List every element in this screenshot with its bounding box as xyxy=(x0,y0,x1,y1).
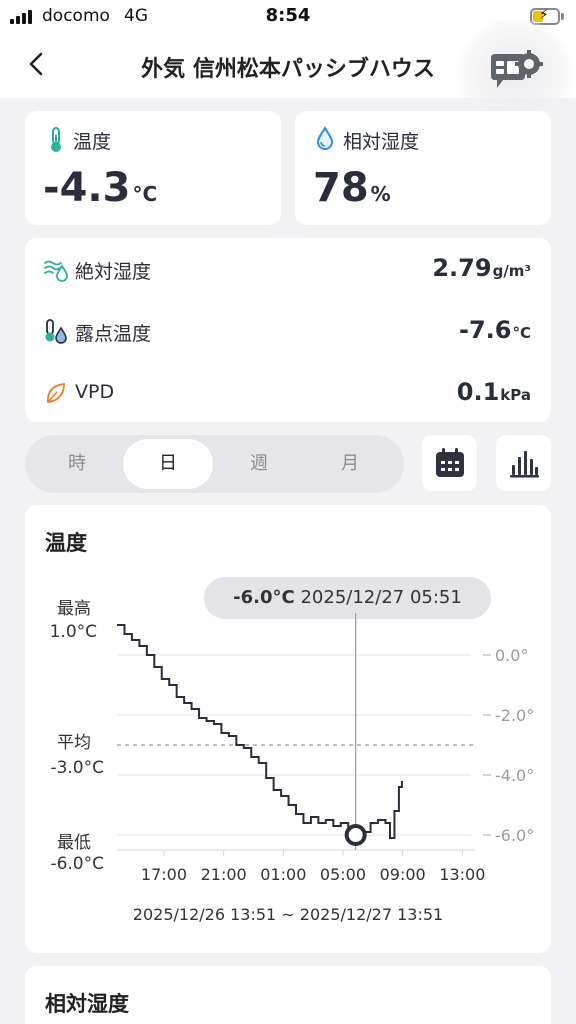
humidity-card[interactable]: 相対湿度 78% xyxy=(295,111,551,225)
temperature-line-chart[interactable]: 0.0° -2.0° -4.0° -6.0° 17:00 21:00 01:00 05:00 0… xyxy=(25,505,551,895)
thermometer-icon xyxy=(51,127,61,152)
absolute-humidity-value: 2.79g/m³ xyxy=(432,254,531,282)
absolute-humidity-number: 2.79 xyxy=(432,254,492,282)
temperature-value: -4.3 °C xyxy=(43,165,157,211)
nav-bar: 外気 信州松本パッシブハウス xyxy=(0,20,576,128)
calendar-icon xyxy=(436,448,464,477)
absolute-humidity-unit: g/m³ xyxy=(492,262,531,280)
absolute-humidity-label: 絶対湿度 xyxy=(75,261,152,283)
tab-month[interactable]: 月 xyxy=(305,439,395,489)
tab-hour[interactable]: 時 xyxy=(32,439,122,489)
vpd-label: VPD xyxy=(75,381,115,403)
humidity-label: 相対湿度 xyxy=(343,131,420,153)
y-tick-label: -4.0° xyxy=(495,766,534,785)
metrics-card: 絶対湿度 2.79g/m³ 露点温度 -7.6°C VPD 0.1kPa xyxy=(25,238,551,422)
x-tick-label: 09:00 xyxy=(380,865,426,884)
x-tick-label: 01:00 xyxy=(260,865,306,884)
bar-chart-icon xyxy=(510,451,539,478)
vpd-value: 0.1kPa xyxy=(457,378,531,406)
chat-gear-icon xyxy=(491,50,543,88)
humidity-chart-card: 相対湿度 xyxy=(25,966,551,1024)
highlight-point xyxy=(344,824,367,846)
dew-point-unit: °C xyxy=(512,324,531,342)
tab-week[interactable]: 週 xyxy=(214,439,304,489)
dew-point-number: -7.6 xyxy=(459,316,512,344)
temperature-series-line xyxy=(117,624,403,839)
x-tick-label: 13:00 xyxy=(439,865,485,884)
temperature-chart-card: 温度 -6.0°C 2025/12/27 05:51 最高 1.0°C 平均 -… xyxy=(25,505,551,953)
dew-point-icon xyxy=(45,319,67,344)
humidity-value: 78% xyxy=(313,165,391,211)
y-tick-label: 0.0° xyxy=(495,646,528,665)
temperature-label: 温度 xyxy=(73,131,112,153)
temperature-card[interactable]: 温度 -4.3 °C xyxy=(25,111,281,225)
battery-tip xyxy=(561,13,564,20)
absolute-humidity-icon xyxy=(44,260,68,282)
vpd-unit: kPa xyxy=(500,386,531,404)
calendar-button[interactable] xyxy=(422,435,477,491)
vpd-number: 0.1 xyxy=(456,378,500,406)
y-tick-label: -2.0° xyxy=(495,706,534,725)
leaf-icon xyxy=(47,383,65,403)
dew-point-label: 露点温度 xyxy=(75,323,152,345)
water-drop-icon xyxy=(316,126,334,150)
dew-point-value: -7.6°C xyxy=(459,316,531,344)
humidity-number: 78 xyxy=(313,165,369,211)
x-tick-label: 05:00 xyxy=(320,865,366,884)
temperature-unit: °C xyxy=(132,182,158,206)
y-tick-label: -6.0° xyxy=(495,826,534,845)
date-range: 2025/12/26 13:51 ~ 2025/12/27 13:51 xyxy=(132,905,444,924)
temperature-number: -4.3 xyxy=(43,165,131,211)
humidity-chart-title: 相対湿度 xyxy=(45,992,129,1016)
humidity-unit: % xyxy=(370,182,391,206)
tab-day[interactable]: 日 xyxy=(123,439,213,489)
chart-type-button[interactable] xyxy=(496,435,551,491)
x-tick-label: 21:00 xyxy=(201,865,247,884)
x-tick-label: 17:00 xyxy=(141,865,187,884)
period-selector: 時 日 週 月 xyxy=(25,435,404,493)
